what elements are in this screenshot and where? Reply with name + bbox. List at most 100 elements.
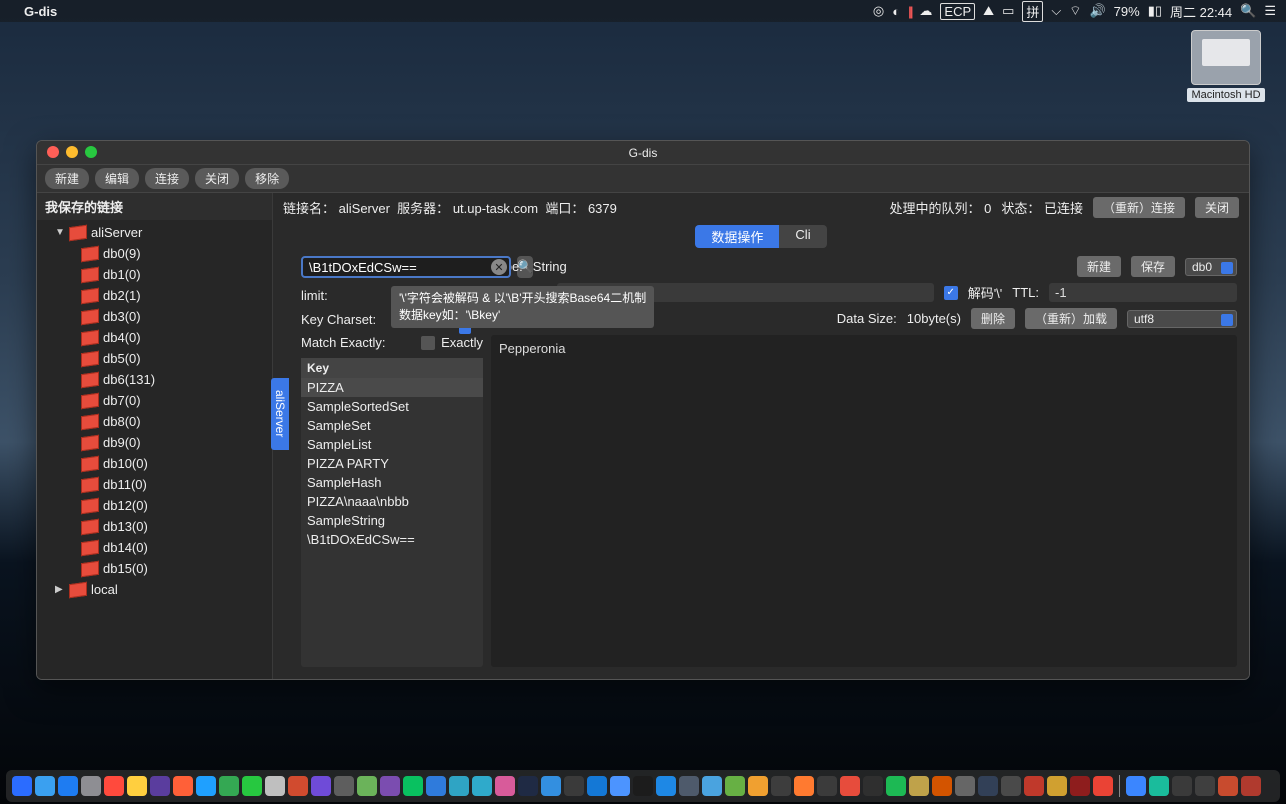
battery-icon[interactable]: ▮▯ (1148, 3, 1162, 19)
close-button[interactable]: 关闭 (195, 168, 239, 189)
tree-server[interactable]: ▼aliServer (37, 222, 272, 243)
key-list-item[interactable]: SampleHash (301, 473, 483, 492)
dock-app[interactable] (610, 776, 630, 796)
clock[interactable]: 周二 22:44 (1170, 2, 1232, 21)
status-icon[interactable]: ▭ (1002, 3, 1014, 19)
tree-db[interactable]: db10(0) (37, 453, 272, 474)
dock-app[interactable] (196, 776, 216, 796)
db-select[interactable]: db0 (1185, 258, 1237, 276)
tree-db[interactable]: db14(0) (37, 537, 272, 558)
dock-app[interactable] (955, 776, 975, 796)
dock-app[interactable] (242, 776, 262, 796)
key-list-item[interactable]: SampleSortedSet (301, 397, 483, 416)
dock-app[interactable] (518, 776, 538, 796)
reload-button[interactable]: （重新）加载 (1025, 308, 1117, 329)
dock-app[interactable] (886, 776, 906, 796)
tab-cli[interactable]: Cli (779, 225, 826, 248)
tree-db[interactable]: db13(0) (37, 516, 272, 537)
status-icon[interactable]: ◐ (892, 4, 900, 19)
dock-app[interactable] (840, 776, 860, 796)
key-list-item[interactable]: PIZZA PARTY (301, 454, 483, 473)
reconnect-button[interactable]: （重新）连接 (1093, 197, 1185, 218)
key-list-item[interactable]: SampleString (301, 511, 483, 530)
status-icon[interactable]: ◎ (873, 3, 884, 19)
tree-db[interactable]: db11(0) (37, 474, 272, 495)
dock-app[interactable] (150, 776, 170, 796)
dock-app[interactable] (380, 776, 400, 796)
close-window-button[interactable] (47, 146, 59, 158)
tree-server[interactable]: ▶local (37, 579, 272, 600)
dock-app[interactable] (449, 776, 469, 796)
dock-app[interactable] (794, 776, 814, 796)
dock-app[interactable] (104, 776, 124, 796)
dock-app[interactable] (426, 776, 446, 796)
zoom-window-button[interactable] (85, 146, 97, 158)
dock-app[interactable] (1241, 776, 1261, 796)
ecp-icon[interactable]: ECP (940, 3, 975, 20)
dock-app[interactable] (863, 776, 883, 796)
delete-button[interactable]: 删除 (971, 308, 1015, 329)
dock-app[interactable] (541, 776, 561, 796)
dock-app[interactable] (1070, 776, 1090, 796)
dock-app[interactable] (265, 776, 285, 796)
wifi-icon[interactable]: ⌔ (1069, 3, 1081, 19)
dock-app[interactable] (1024, 776, 1044, 796)
tree-db[interactable]: db8(0) (37, 411, 272, 432)
tree-db[interactable]: db5(0) (37, 348, 272, 369)
minimize-window-button[interactable] (66, 146, 78, 158)
tree-db[interactable]: db7(0) (37, 390, 272, 411)
tree-db[interactable]: db2(1) (37, 285, 272, 306)
dock-app[interactable] (173, 776, 193, 796)
input-method-icon[interactable]: 拼 (1022, 1, 1043, 22)
dock-app[interactable] (58, 776, 78, 796)
new-key-button[interactable]: 新建 (1077, 256, 1121, 277)
status-icon[interactable]: ⛰ (983, 3, 994, 19)
dock-app[interactable] (357, 776, 377, 796)
key-list[interactable]: Key PIZZASampleSortedSetSampleSetSampleL… (301, 358, 483, 667)
remove-button[interactable]: 移除 (245, 168, 289, 189)
dock-app[interactable] (127, 776, 147, 796)
vertical-server-tab[interactable]: aliServer (271, 378, 289, 450)
dock-app[interactable] (978, 776, 998, 796)
dock-app[interactable] (909, 776, 929, 796)
wechat-icon[interactable]: ☁ (919, 3, 932, 19)
tree-db[interactable]: db9(0) (37, 432, 272, 453)
match-exact-checkbox[interactable] (421, 336, 435, 350)
tree-db[interactable]: db4(0) (37, 327, 272, 348)
key-list-item[interactable]: PIZZA (301, 378, 483, 397)
decode-checkbox[interactable]: ✓ (944, 286, 958, 300)
dock-app[interactable] (311, 776, 331, 796)
dock-app[interactable] (679, 776, 699, 796)
dock-app[interactable] (12, 776, 32, 796)
dock-app[interactable] (1001, 776, 1021, 796)
dock-app[interactable] (633, 776, 653, 796)
dock-app[interactable] (817, 776, 837, 796)
tab-data[interactable]: 数据操作 (695, 225, 779, 248)
dock-app[interactable] (35, 776, 55, 796)
key-list-item[interactable]: PIZZA\naaa\nbbb (301, 492, 483, 511)
tree-db[interactable]: db3(0) (37, 306, 272, 327)
tree-db[interactable]: db0(9) (37, 243, 272, 264)
dock-app[interactable] (1172, 776, 1192, 796)
dock-app[interactable] (334, 776, 354, 796)
dock-app[interactable] (564, 776, 584, 796)
edit-button[interactable]: 编辑 (95, 168, 139, 189)
save-key-button[interactable]: 保存 (1131, 256, 1175, 277)
dock-app[interactable] (472, 776, 492, 796)
tree-db[interactable]: db15(0) (37, 558, 272, 579)
dock[interactable] (6, 770, 1280, 802)
encoding-select[interactable]: utf8 (1127, 310, 1237, 328)
dock-app[interactable] (495, 776, 515, 796)
connection-tree[interactable]: ▼aliServerdb0(9)db1(0)db2(1)db3(0)db4(0)… (37, 220, 272, 679)
bluetooth-icon[interactable]: ⌵ (1051, 3, 1061, 19)
status-icon[interactable]: || (908, 4, 911, 19)
dock-app[interactable] (219, 776, 239, 796)
desktop-hd-icon[interactable]: Macintosh HD (1186, 30, 1266, 102)
value-textarea[interactable]: Pepperonia (491, 335, 1237, 667)
key-list-item[interactable]: \B1tDOxEdCSw== (301, 530, 483, 549)
menu-icon[interactable]: ☰ (1264, 3, 1276, 19)
app-name[interactable]: G-dis (24, 4, 57, 19)
dock-app[interactable] (702, 776, 722, 796)
ttl-input[interactable] (1049, 283, 1237, 302)
dock-app[interactable] (656, 776, 676, 796)
